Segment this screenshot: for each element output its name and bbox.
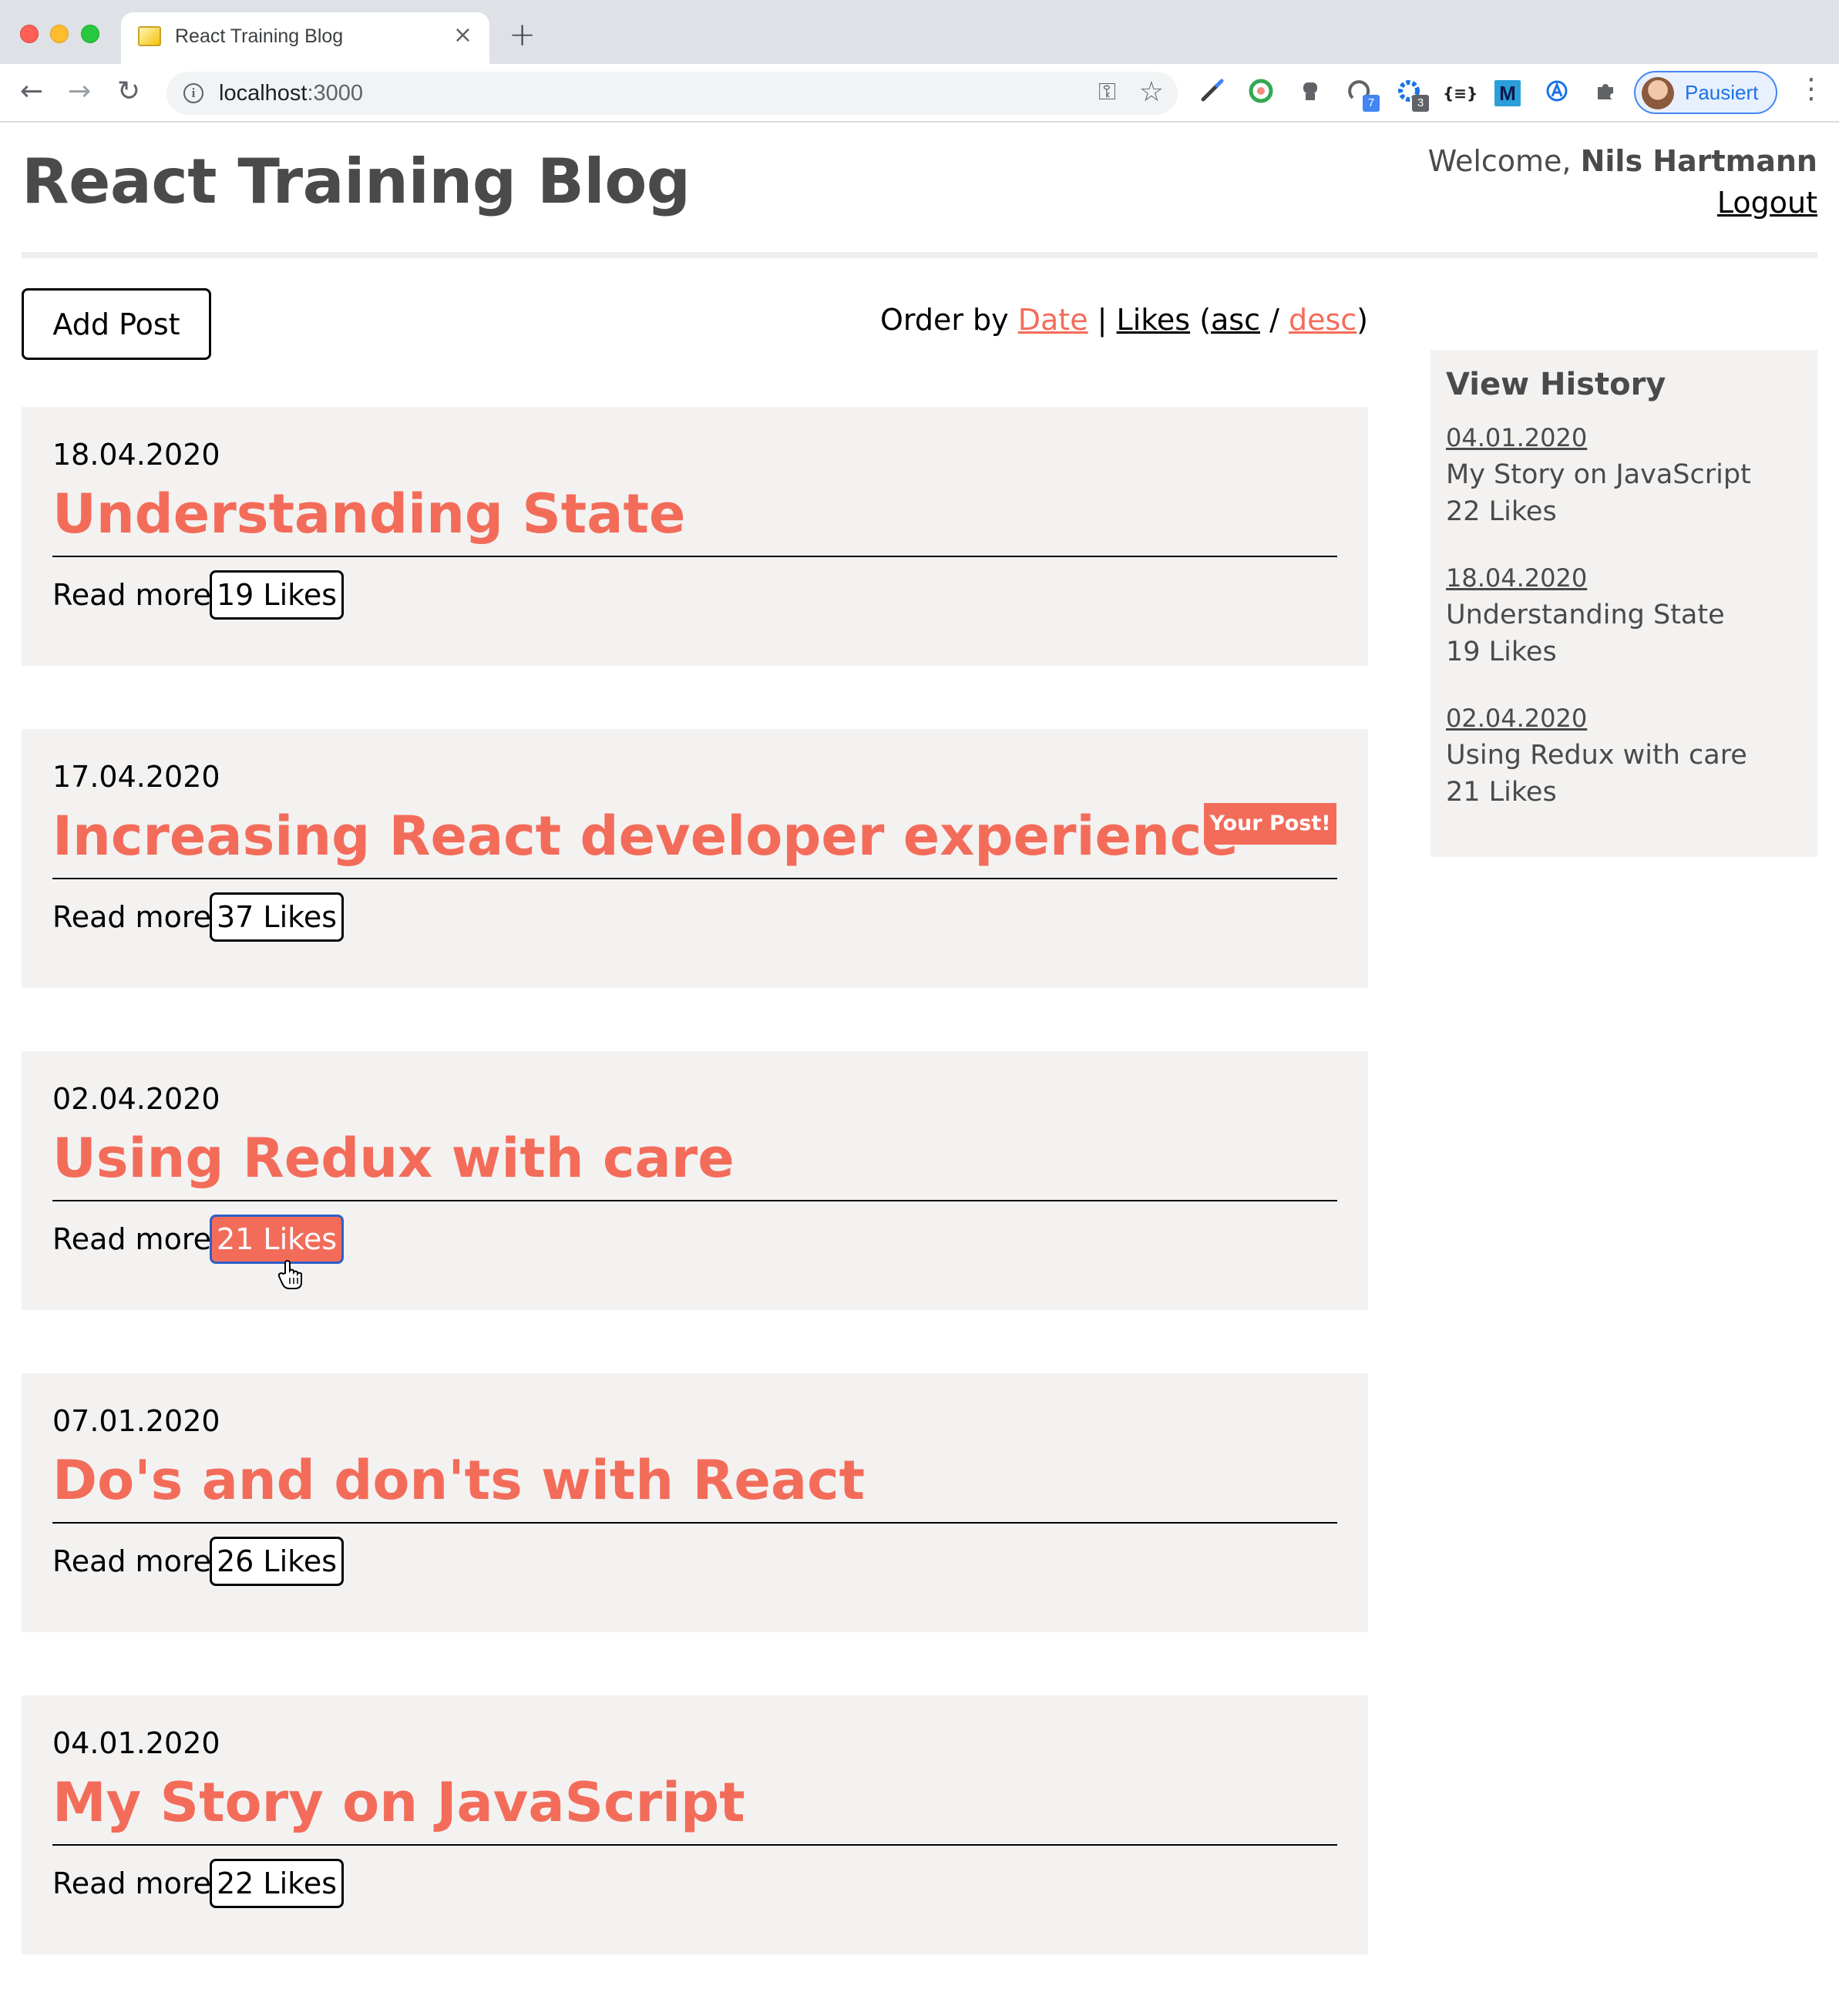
redux-devtools-extension-icon[interactable]: 7 xyxy=(1344,78,1380,112)
post-date: 07.01.2020 xyxy=(52,1404,220,1438)
history-item: 02.04.2020 Using Redux with care 21 Like… xyxy=(1446,700,1747,811)
octocat-extension-icon[interactable] xyxy=(1295,78,1326,109)
bookmark-star-icon[interactable]: ☆ xyxy=(1139,76,1164,108)
like-button[interactable]: 19 Likes xyxy=(210,570,344,620)
json-braces-extension-icon[interactable]: {≡} xyxy=(1443,78,1478,109)
maximize-window-button[interactable] xyxy=(81,25,99,43)
your-post-badge: Your Post! xyxy=(1204,803,1336,845)
history-item-likes: 22 Likes xyxy=(1446,496,1557,527)
post-divider xyxy=(52,556,1337,557)
order-by-likes-link[interactable]: Likes xyxy=(1117,303,1191,337)
like-button[interactable]: 22 Likes xyxy=(210,1859,344,1908)
like-button[interactable]: 37 Likes xyxy=(210,892,344,942)
add-post-button[interactable]: Add Post xyxy=(22,288,211,360)
browser-menu-icon[interactable]: ⋮ xyxy=(1797,73,1825,105)
read-more-link[interactable]: Read more xyxy=(52,1222,211,1256)
post-title[interactable]: My Story on JavaScript xyxy=(52,1771,745,1834)
history-item-date-link[interactable]: 02.04.2020 xyxy=(1446,700,1747,737)
post-card: 07.01.2020 Do's and don'ts with React Re… xyxy=(22,1373,1368,1632)
history-item-title: My Story on JavaScript xyxy=(1446,459,1751,490)
browser-tab[interactable]: React Training Blog × xyxy=(121,12,489,64)
hand-cursor-icon xyxy=(277,1260,302,1289)
order-by-controls: Order by Date | Likes (asc / desc) xyxy=(879,303,1368,337)
history-item-date-link[interactable]: 04.01.2020 xyxy=(1446,419,1751,456)
post-card: 02.04.2020 Using Redux with care Read mo… xyxy=(22,1051,1368,1310)
history-item-date-link[interactable]: 18.04.2020 xyxy=(1446,559,1725,596)
post-date: 02.04.2020 xyxy=(52,1082,220,1116)
post-card: 18.04.2020 Understanding State Read more… xyxy=(22,407,1368,666)
history-item-likes: 21 Likes xyxy=(1446,777,1557,808)
puzzle-extensions-icon[interactable] xyxy=(1591,78,1622,109)
page-content: React Training Blog Welcome, Nils Hartma… xyxy=(0,123,1839,2016)
view-history-title: View History xyxy=(1446,367,1666,402)
history-item-likes: 19 Likes xyxy=(1446,637,1557,667)
user-name: Nils Hartmann xyxy=(1580,144,1817,178)
read-more-link[interactable]: Read more xyxy=(52,1866,211,1900)
history-item: 18.04.2020 Understanding State 19 Likes xyxy=(1446,559,1725,670)
avatar xyxy=(1642,77,1674,109)
settings-gear-extension-icon[interactable]: 3 xyxy=(1394,78,1429,112)
tab-title: React Training Blog xyxy=(175,25,344,47)
post-card: 04.01.2020 My Story on JavaScript Read m… xyxy=(22,1695,1368,1954)
favicon-icon xyxy=(138,26,161,46)
address-bar[interactable]: i localhost:3000 ⚿ ☆ xyxy=(166,72,1178,115)
post-title[interactable]: Increasing React developer experience xyxy=(52,805,1239,868)
color-wheel-extension-icon[interactable] xyxy=(1246,78,1276,109)
reload-icon[interactable]: ↻ xyxy=(117,75,140,109)
forward-arrow-icon[interactable]: → xyxy=(68,75,91,109)
password-key-icon[interactable]: ⚿ xyxy=(1098,79,1116,106)
like-button[interactable]: 21 Likes xyxy=(210,1215,344,1264)
view-history-panel: View History 04.01.2020 My Story on Java… xyxy=(1431,350,1817,857)
order-desc-link[interactable]: desc xyxy=(1289,303,1357,337)
post-date: 04.01.2020 xyxy=(52,1726,220,1760)
history-item-title: Using Redux with care xyxy=(1446,740,1747,771)
profile-name: Pausiert xyxy=(1685,81,1759,104)
post-title[interactable]: Understanding State xyxy=(52,482,685,546)
welcome-message: Welcome, Nils Hartmann xyxy=(1427,144,1817,178)
a-circle-extension-icon[interactable] xyxy=(1541,78,1572,109)
m-extension-icon[interactable]: M xyxy=(1494,80,1521,106)
history-item-title: Understanding State xyxy=(1446,600,1725,630)
eyedropper-extension-icon[interactable] xyxy=(1196,78,1227,109)
read-more-link[interactable]: Read more xyxy=(52,1544,211,1578)
post-divider xyxy=(52,878,1337,879)
header-divider xyxy=(22,252,1817,258)
tab-close-icon[interactable]: × xyxy=(453,22,472,49)
order-asc-link[interactable]: asc xyxy=(1211,303,1260,337)
post-title[interactable]: Do's and don'ts with React xyxy=(52,1449,865,1512)
close-window-button[interactable] xyxy=(20,25,39,43)
post-card: 17.04.2020 Increasing React developer ex… xyxy=(22,729,1368,988)
post-divider xyxy=(52,1522,1337,1524)
post-divider xyxy=(52,1844,1337,1846)
minimize-window-button[interactable] xyxy=(50,25,69,43)
post-date: 17.04.2020 xyxy=(52,760,220,794)
site-info-icon[interactable]: i xyxy=(183,83,203,103)
history-item: 04.01.2020 My Story on JavaScript 22 Lik… xyxy=(1446,419,1751,530)
read-more-link[interactable]: Read more xyxy=(52,900,211,934)
read-more-link[interactable]: Read more xyxy=(52,578,211,612)
url-text[interactable]: localhost:3000 xyxy=(219,81,363,106)
back-arrow-icon[interactable]: ← xyxy=(20,75,43,109)
browser-tab-bar: React Training Blog × + xyxy=(0,0,1839,64)
like-button[interactable]: 26 Likes xyxy=(210,1537,344,1586)
order-by-date-link[interactable]: Date xyxy=(1018,303,1088,337)
post-divider xyxy=(52,1200,1337,1201)
page-title: React Training Blog xyxy=(22,146,691,217)
logout-link[interactable]: Logout xyxy=(1717,186,1817,220)
browser-toolbar: ← → ↻ i localhost:3000 ⚿ ☆ 7 3 {≡} M Pau… xyxy=(0,64,1839,123)
post-title[interactable]: Using Redux with care xyxy=(52,1127,735,1190)
new-tab-button[interactable]: + xyxy=(509,15,536,53)
post-date: 18.04.2020 xyxy=(52,438,220,472)
profile-button[interactable]: Pausiert xyxy=(1634,71,1777,114)
